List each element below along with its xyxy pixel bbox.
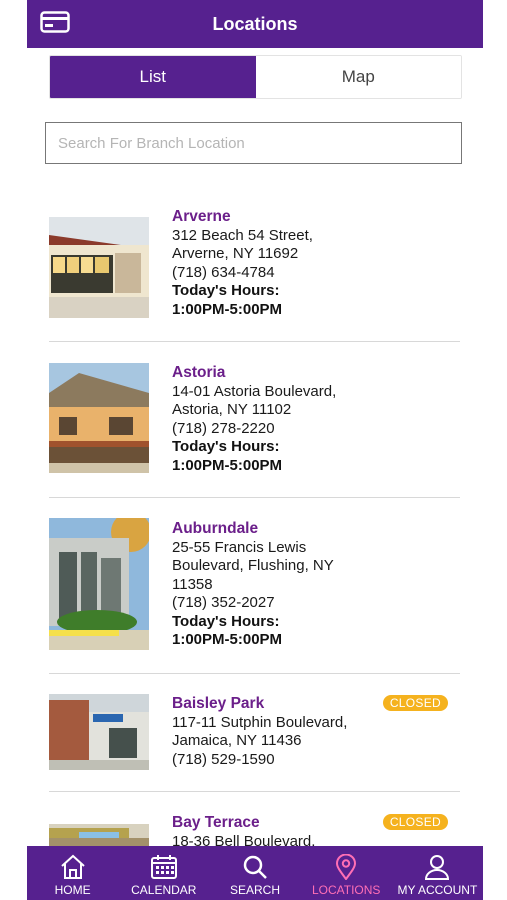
search-field — [45, 122, 462, 164]
tab-label: MY ACCOUNT — [397, 883, 478, 897]
account-icon — [425, 855, 450, 880]
location-item-arverne[interactable]: Arverne 312 Beach 54 Street, Arverne, NY… — [49, 190, 460, 342]
tab-label: SEARCH — [230, 883, 281, 897]
tab-label: CALENDAR — [131, 883, 197, 897]
location-phone[interactable]: (718) 529-1590 — [172, 751, 460, 770]
location-address: 312 Beach 54 Street, — [172, 226, 313, 244]
location-pin-icon — [336, 854, 357, 880]
app-screen: Locations List Map Arverne — [27, 0, 483, 900]
location-phone[interactable]: (718) 278-2220 — [172, 420, 460, 439]
tab-search[interactable]: SEARCH — [209, 846, 300, 900]
hours-value: 1:00PM-5:00PM — [172, 300, 283, 318]
location-name[interactable]: Arverne — [172, 208, 460, 227]
tab-locations[interactable]: LOCATIONS — [301, 846, 392, 900]
home-icon — [60, 854, 85, 879]
location-item-auburndale[interactable]: Auburndale 25-55 Francis Lewis Boulevard… — [49, 498, 460, 674]
location-details: Arverne 312 Beach 54 Street, Arverne, NY… — [172, 208, 460, 319]
hours-label: Today's Hours: — [172, 612, 280, 630]
hours-value: 1:00PM-5:00PM — [172, 631, 283, 648]
location-item-astoria[interactable]: Astoria 14-01 Astoria Boulevard, Astoria… — [49, 342, 460, 498]
location-address: 25-55 Francis Lewis — [172, 538, 307, 556]
tab-label: HOME — [54, 883, 91, 897]
location-phone[interactable]: (718) 634-4784 — [172, 264, 460, 283]
search-icon — [243, 855, 267, 879]
location-address: Astoria, NY 11102 — [172, 401, 292, 418]
location-details: Astoria 14-01 Astoria Boulevard, Astoria… — [172, 364, 460, 475]
hours-value: 1:00PM-5:00PM — [172, 456, 283, 474]
tab-calendar[interactable]: CALENDAR — [118, 846, 209, 900]
location-address: 11358 — [172, 575, 213, 593]
view-toggle: List Map — [49, 55, 462, 99]
hours-label: Today's Hours: — [172, 282, 280, 299]
tab-my-account[interactable]: MY ACCOUNT — [392, 846, 483, 900]
location-address: 14-01 Astoria Boulevard, — [172, 382, 337, 400]
hours-label: Today's Hours: — [172, 438, 280, 455]
location-address: Jamaica, NY 11436 — [172, 732, 302, 749]
card-icon[interactable] — [39, 10, 71, 34]
location-details: Baisley Park 117-11 Sutphin Boulevard, J… — [172, 695, 460, 769]
location-name[interactable]: Bay Terrace — [172, 814, 460, 833]
location-name[interactable]: Baisley Park — [172, 695, 460, 714]
branch-photo — [49, 518, 149, 650]
branch-photo — [49, 217, 149, 318]
search-input[interactable] — [46, 123, 461, 163]
branch-photo — [49, 363, 149, 473]
bottom-tab-bar: HOME CALENDAR SEARCH LOCATIONS MY ACCOUN… — [27, 846, 483, 900]
tab-label: LOCATIONS — [311, 883, 381, 897]
location-phone[interactable]: (718) 352-2027 — [172, 594, 460, 613]
location-address: 117-11 Sutphin Boulevard, — [172, 713, 348, 731]
header-bar: Locations — [27, 0, 483, 48]
tab-home[interactable]: HOME — [27, 846, 118, 900]
location-item-baisley-park[interactable]: CLOSED Baisley Park 117-11 Sutphin Boule… — [49, 674, 460, 792]
location-details: Auburndale 25-55 Francis Lewis Boulevard… — [172, 520, 460, 650]
branch-photo — [49, 694, 149, 770]
page-title: Locations — [212, 13, 298, 34]
location-address: Boulevard, Flushing, NY — [172, 557, 334, 574]
location-address: Arverne, NY 11692 — [172, 245, 299, 262]
location-name[interactable]: Auburndale — [172, 520, 460, 539]
list-tab[interactable]: List — [50, 56, 256, 98]
map-tab[interactable]: Map — [255, 56, 461, 98]
location-name[interactable]: Astoria — [172, 364, 460, 383]
calendar-icon — [150, 855, 177, 879]
